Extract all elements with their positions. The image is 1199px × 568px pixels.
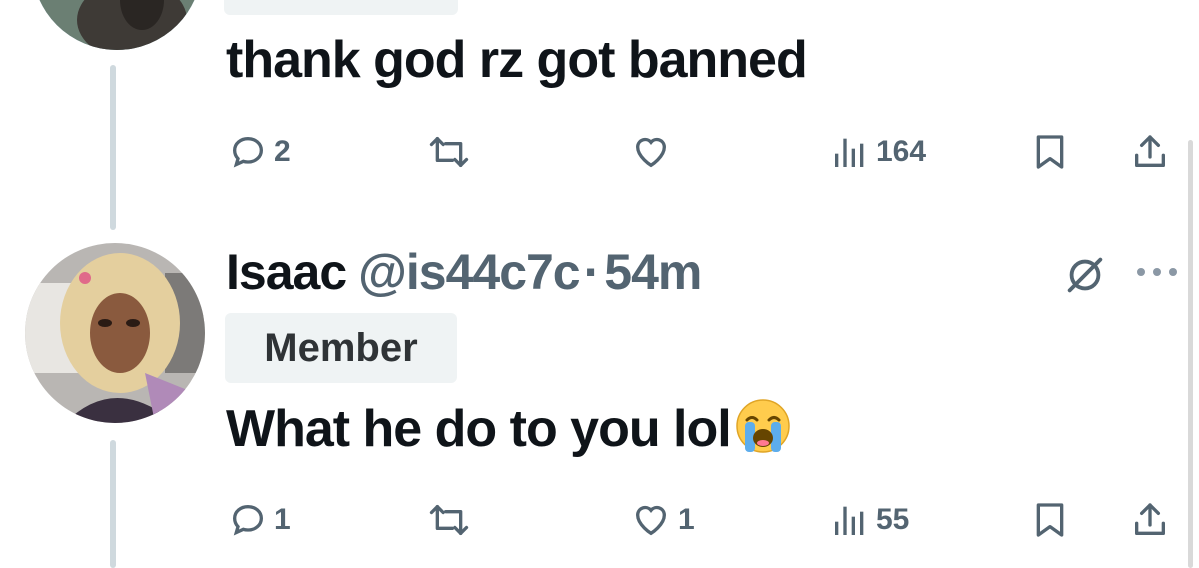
repost-icon — [427, 132, 471, 172]
share-icon — [1130, 498, 1170, 542]
more-icon — [1135, 262, 1179, 282]
more-button[interactable] — [1135, 262, 1179, 282]
bookmark-icon — [1030, 130, 1070, 174]
separator-dot: · — [583, 244, 601, 300]
share-button-2[interactable] — [1130, 498, 1170, 542]
reply-count: 2 — [274, 135, 291, 168]
thread-line-bottom — [110, 440, 116, 568]
reply-icon — [228, 500, 268, 540]
repost-icon — [427, 500, 471, 540]
tweet-header: Isaac @is44c7c · 54m — [226, 243, 702, 305]
views-button-2[interactable]: 55 — [830, 500, 909, 540]
like-button-2[interactable]: 1 — [630, 500, 695, 540]
views-count: 55 — [876, 503, 910, 536]
like-count: 1 — [678, 503, 695, 536]
thread-line-top — [110, 65, 116, 230]
like-icon — [630, 132, 672, 172]
share-icon — [1130, 130, 1170, 174]
like-icon — [630, 500, 672, 540]
grok-icon — [1062, 252, 1108, 298]
repost-button[interactable] — [427, 132, 471, 172]
reply-button[interactable]: 2 — [228, 132, 291, 172]
repost-button-2[interactable] — [427, 500, 471, 540]
views-count: 164 — [876, 135, 927, 168]
avatar-previous-user[interactable] — [32, 0, 202, 50]
views-button[interactable]: 164 — [830, 132, 926, 172]
views-icon — [830, 500, 870, 540]
bookmark-icon — [1030, 498, 1070, 542]
avatar-isaac[interactable] — [25, 243, 205, 423]
display-name[interactable]: Isaac — [226, 243, 347, 301]
bookmark-button-2[interactable] — [1030, 498, 1070, 542]
user-handle[interactable]: @is44c7c — [358, 243, 580, 301]
tweet-text: thank god rz got banned — [226, 31, 808, 89]
grok-button[interactable] — [1062, 252, 1108, 298]
like-button[interactable] — [630, 132, 672, 172]
share-button[interactable] — [1130, 130, 1170, 174]
timestamp[interactable]: 54m — [604, 243, 702, 301]
reply-count: 1 — [274, 503, 291, 536]
tweet-text-content: What he do to you lol — [226, 400, 732, 458]
member-badge-previous — [224, 0, 458, 15]
loudly-crying-face-icon — [735, 398, 791, 467]
tweet-text-reply: What he do to you lol — [226, 398, 791, 467]
views-icon — [830, 132, 870, 172]
reply-icon — [228, 132, 268, 172]
reply-button-2[interactable]: 1 — [228, 500, 291, 540]
bookmark-button[interactable] — [1030, 130, 1070, 174]
member-badge: Member — [225, 313, 457, 383]
scrollbar[interactable] — [1188, 140, 1193, 568]
